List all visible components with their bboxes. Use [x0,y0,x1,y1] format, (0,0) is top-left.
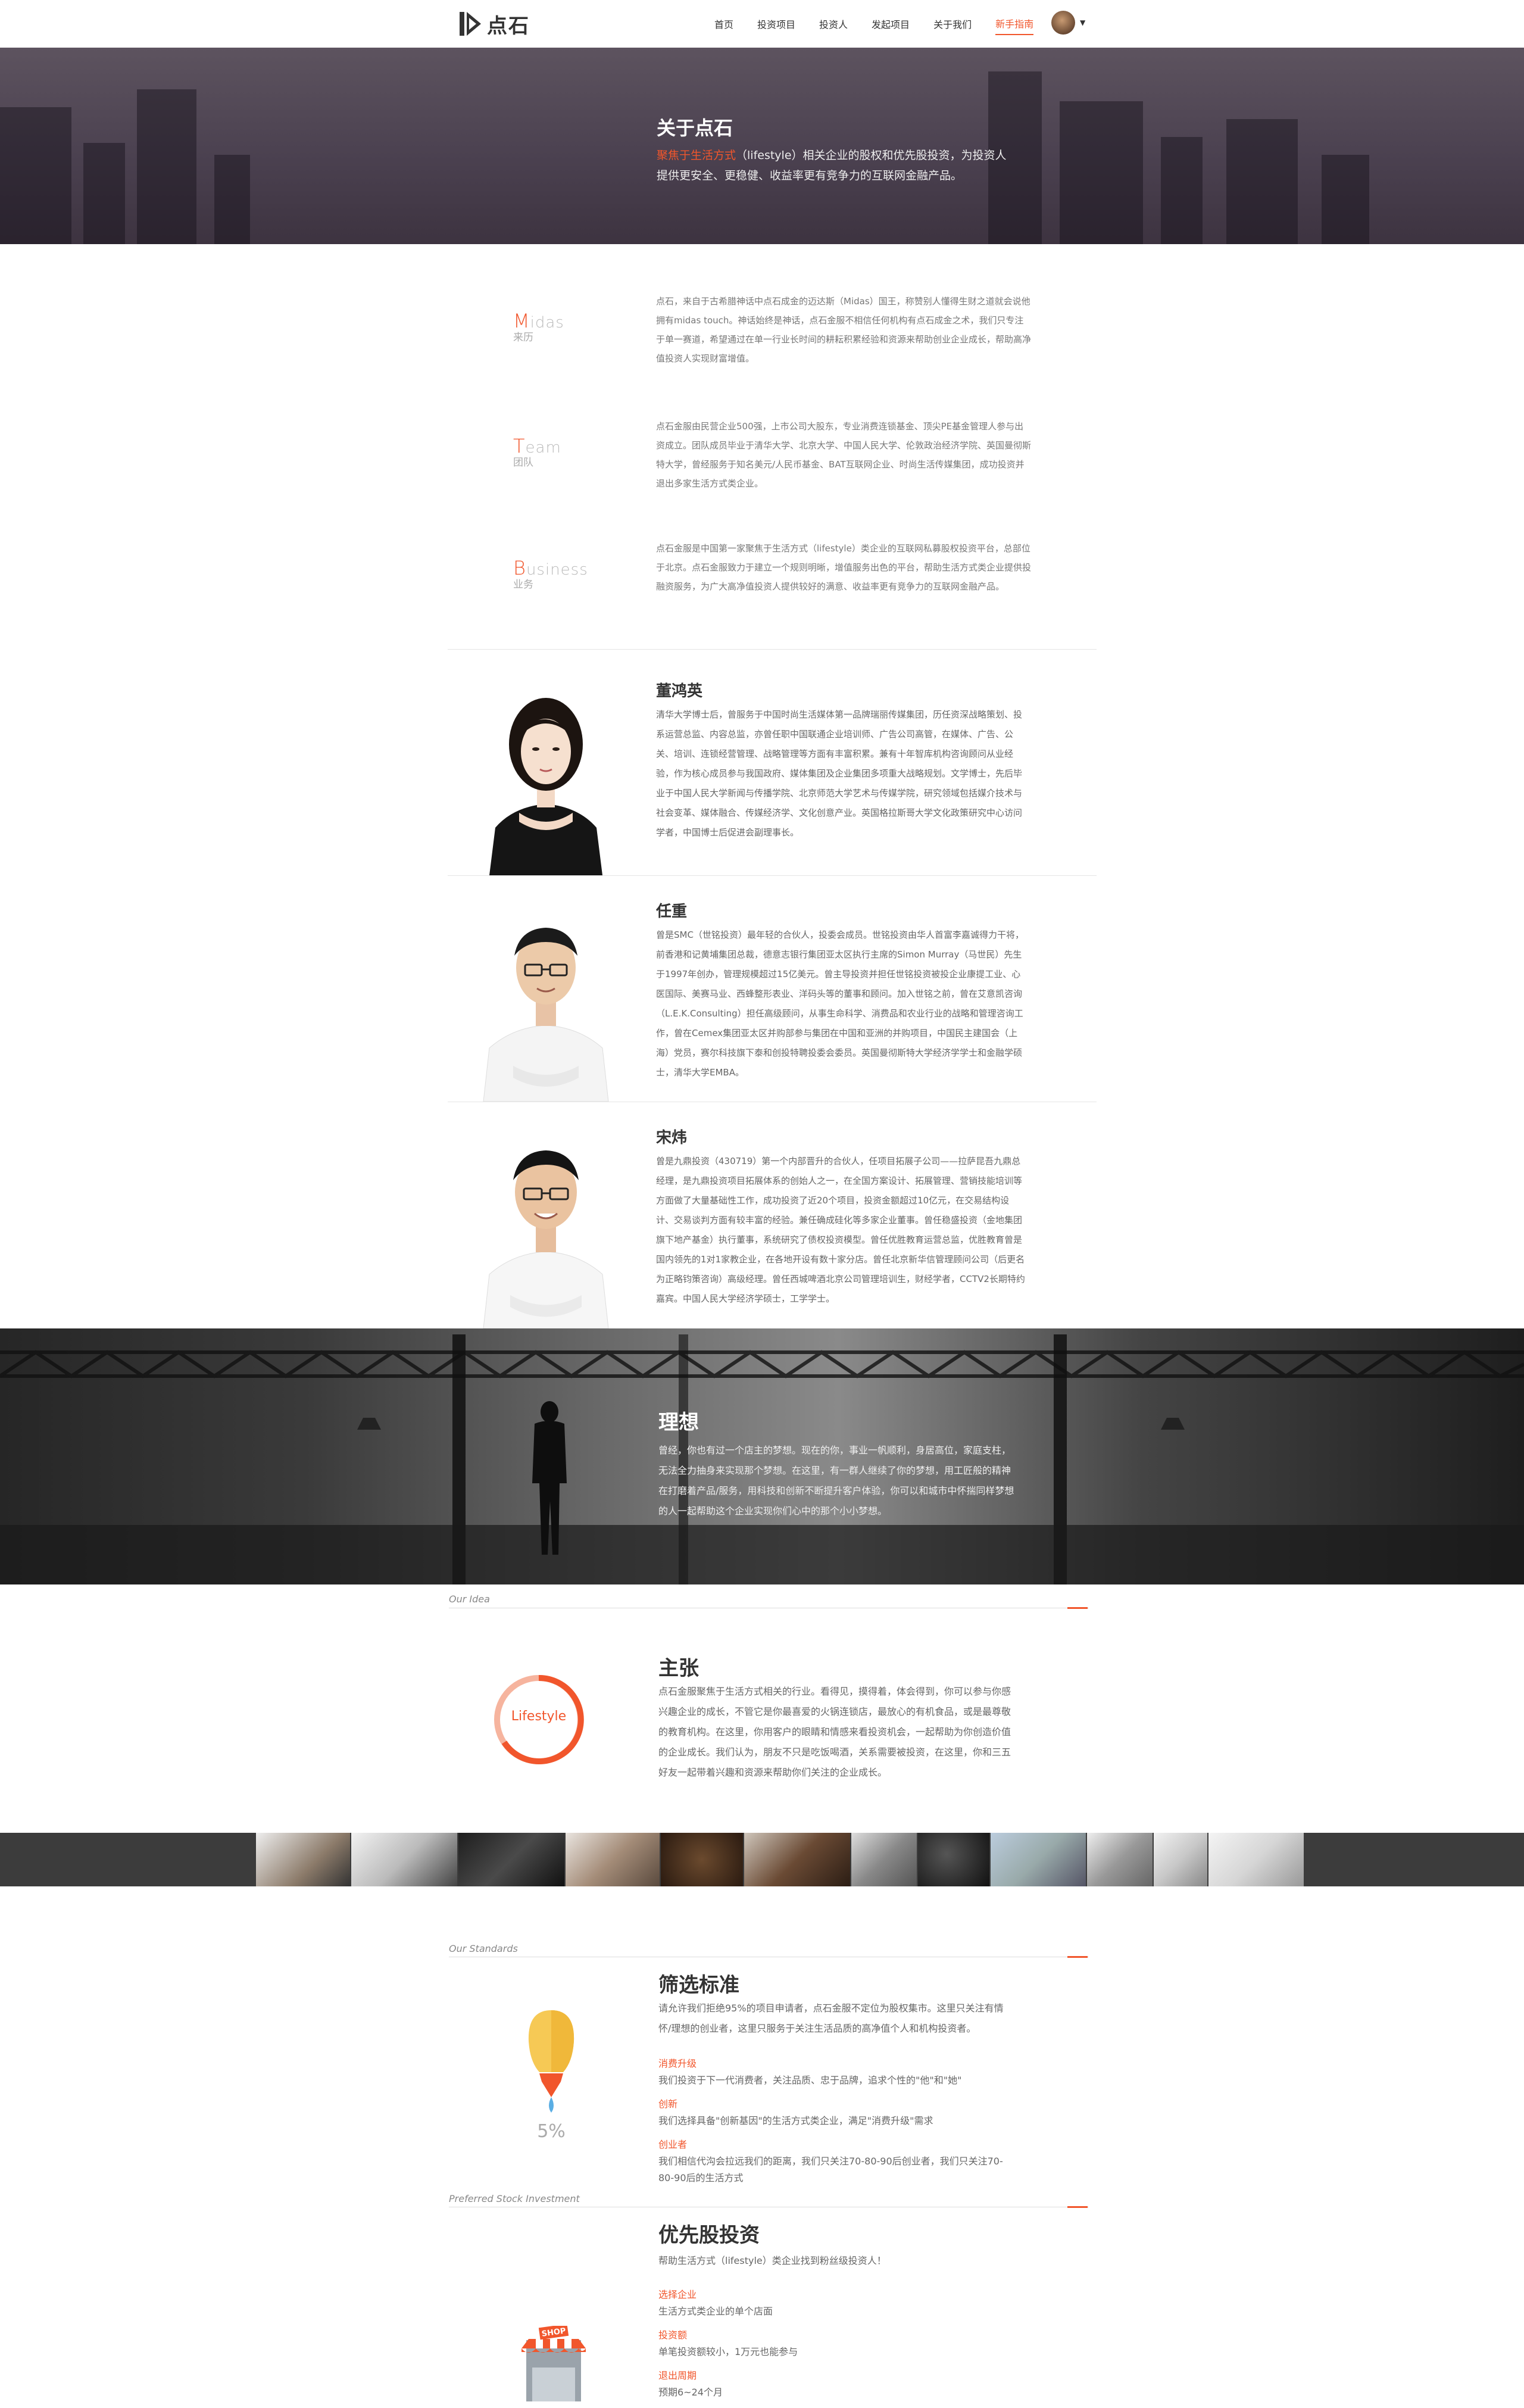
section-label: Our Standards [449,1943,518,1954]
intro-business: Business 业务 点石金服是中国第一家聚焦于生活方式（lifestyle）… [446,539,1101,634]
divider [448,875,1097,876]
city-silhouette [214,155,250,244]
idea-title: 主张 [658,1657,699,1680]
strip-photo [566,1833,660,1886]
divider [448,649,1097,650]
person-photo [489,698,602,875]
strip-photo [1208,1833,1304,1886]
intro-text: 点石金服由民营企业500强，上市公司大股东，专业消费连锁基金、顶尖PE基金管理人… [656,421,1032,489]
intro-label: Business 业务 [513,557,588,591]
ideal-text: 曾经，你也有过一个店主的梦想。现在的你，事业一帆顺利，身居高位，家庭支柱，无法全… [658,1445,1014,1517]
city-silhouette [0,107,71,244]
standards-item-text: 我们选择具备"创新基因"的生活方式类企业，满足"消费升级"需求 [658,2115,933,2126]
person-photo [483,1150,609,1328]
person-bio: 曾是九鼎投资（430719）第一个内部晋升的合伙人，任项目拓展子公司——拉萨昆吾… [656,1156,1025,1304]
strip-photo [918,1833,989,1886]
intro-en-rest: idas [530,314,564,332]
intro-text: 点石金服是中国第一家聚焦于生活方式（lifestyle）类企业的互联网私募股权投… [656,543,1032,592]
person-card: 宋炜 曾是九鼎投资（430719）第一个内部晋升的合伙人，任项目拓展子公司——拉… [446,1125,1101,1328]
nav-investors[interactable]: 投资人 [819,13,848,35]
standards-title: 筛选标准 [658,1973,739,1997]
preferred-item-text: 预期6~24个月 [658,2387,723,2398]
person-bio: 曾是SMC（世铭投资）最年轻的合伙人，投委会成员。世铭投资由华人首富李嘉诚得力干… [656,929,1024,1078]
preferred-title: 优先股投资 [658,2223,760,2247]
lightbulb-icon [528,2010,574,2113]
logo[interactable]: 点石 [458,8,530,39]
intro-midas: Midas 来历 点石，来自于古希腊神话中点石成金的迈达斯（Midas）国王，称… [446,292,1101,387]
strip-photo [851,1833,917,1886]
strip-photo [991,1833,1086,1886]
preferred-intro: 帮助生活方式（lifestyle）类企业找到粉丝级投资人！ [658,2255,886,2266]
logo-text: 点石 [487,14,530,38]
city-silhouette [1060,101,1143,244]
ideal-banner: 理想 曾经，你也有过一个店主的梦想。现在的你，事业一帆顺利，身居高位，家庭支柱，… [0,1328,1524,1584]
standards-list: 消费升级 我们投资于下一代消费者，关注品质、忠于品牌，追求个性的"他"和"她" … [658,2055,1016,2194]
strip-photo [458,1833,564,1886]
logo-icon [460,12,481,36]
strip-photo [661,1833,743,1886]
strip-photo [1087,1833,1153,1886]
nav-launch[interactable]: 发起项目 [872,13,910,35]
photo-strip [0,1833,1524,1886]
person-name: 任重 [656,903,688,921]
preferred-item-text: 单笔投资额较小，1万元也能参与 [658,2346,798,2357]
standards-item-title: 创业者 [658,2139,688,2150]
standards-item-text: 我们相信代沟会拉远我们的距离，我们只关注70-80-90后创业者，我们只关注70… [658,2156,1003,2184]
nav-about[interactable]: 关于我们 [933,13,972,35]
hero-banner: 关于点石 聚焦于生活方式（lifestyle）相关企业的股权和优先股投资，为投资… [0,48,1524,244]
nav-projects[interactable]: 投资项目 [757,13,795,35]
strip-photo [744,1833,850,1886]
idea-text: 点石金服聚焦于生活方式相关的行业。看得见，摸得着，体会得到，你可以参与你感兴趣企… [658,1686,1011,1778]
section-accent [1067,1956,1088,1958]
main-menu: 首页 投资项目 投资人 发起项目 关于我们 新手指南 [714,0,1057,48]
shop-icon: SHOP [521,2326,586,2401]
person-photo [483,928,609,1102]
person-bio: 清华大学博士后，曾服务于中国时尚生活媒体第一品牌瑞丽传媒集团，历任资深战略策划、… [656,709,1023,838]
city-silhouette [1226,119,1298,244]
top-nav: 点石 首页 投资项目 投资人 发起项目 关于我们 新手指南 ▼ [0,0,1524,48]
intro-team: Team 团队 点石金服由民营企业500强，上市公司大股东，专业消费连锁基金、顶… [446,417,1101,512]
city-silhouette [137,89,196,244]
city-silhouette [1322,155,1369,244]
chevron-down-icon[interactable]: ▼ [1080,18,1085,27]
strip-photo [351,1833,457,1886]
preferred-item-title: 选择企业 [658,2289,697,2300]
filter-percent: 5% [537,2121,566,2142]
standards-item-title: 消费升级 [658,2058,697,2069]
intro-text: 点石，来自于古希腊神话中点石成金的迈达斯（Midas）国王，称赞别人懂得生财之道… [656,296,1032,364]
strip-photo [256,1833,350,1886]
person-card: 任重 曾是SMC（世铭投资）最年轻的合伙人，投委会成员。世铭投资由华人首富李嘉诚… [446,899,1101,1102]
person-name: 宋炜 [656,1129,688,1147]
standards-item-title: 创新 [658,2098,678,2110]
preferred-item-title: 投资额 [658,2329,688,2341]
standards-item-text: 我们投资于下一代消费者，关注品质、忠于品牌，追求个性的"他"和"她" [658,2075,962,2086]
section-label: Preferred Stock Investment [449,2193,580,2204]
section-accent [1067,1607,1088,1609]
preferred-item-text: 生活方式类企业的单个店面 [658,2306,773,2317]
user-menu[interactable]: ▼ [1051,11,1085,35]
city-silhouette [83,143,125,244]
section-accent [1067,2206,1088,2208]
preferred-item-title: 退出周期 [658,2370,697,2381]
avatar[interactable] [1051,11,1075,35]
intro-label: Midas 来历 [513,310,564,344]
nav-home[interactable]: 首页 [714,13,733,35]
person-name: 董鸿英 [656,682,703,700]
intro-en-rest: usiness [526,561,588,579]
preferred-list: 选择企业 生活方式类企业的单个店面 投资额 单笔投资额较小，1万元也能参与 退出… [658,2287,1016,2408]
hero-highlight: 聚焦于生活方式 [657,149,736,162]
standards-intro: 请允许我们拒绝95%的项目申请者，点石金服不定位为股权集市。这里只关注有情怀/理… [658,2002,1004,2034]
nav-guide[interactable]: 新手指南 [995,13,1034,35]
lifestyle-ring-text: Lifestyle [511,1709,567,1724]
person-card: 董鸿英 清华大学博士后，曾服务于中国时尚生活媒体第一品牌瑞丽传媒集团，历任资深战… [446,679,1101,875]
ideal-title: 理想 [658,1411,699,1434]
intro-label: Team 团队 [513,435,561,469]
section-label: Our Idea [449,1593,490,1605]
page-title: 关于点石 [657,117,733,139]
city-silhouette [1161,137,1203,244]
hero-description: 聚焦于生活方式（lifestyle）相关企业的股权和优先股投资，为投资人提供更安… [657,145,1014,186]
strip-photo [1154,1833,1207,1886]
